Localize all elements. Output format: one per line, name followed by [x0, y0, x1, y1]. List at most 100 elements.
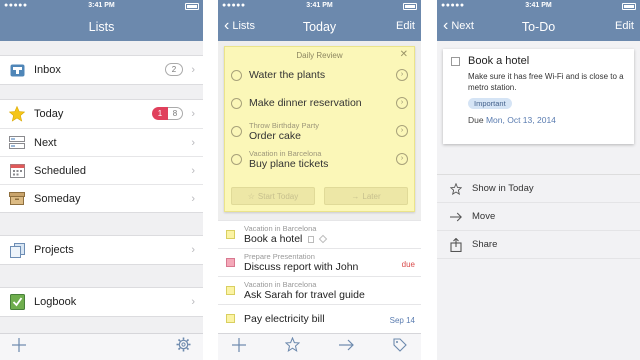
chevron-right-icon: ›	[191, 108, 195, 120]
today-screen: ●●●●● 3:41 PM ‹ Lists Today Edit Daily R…	[218, 0, 421, 360]
next-icon	[8, 135, 26, 151]
daily-review-title: Daily Review	[296, 51, 343, 60]
checkbox[interactable]	[451, 56, 460, 66]
task-row[interactable]: Vacation in Barcelona Book a hotel	[218, 220, 421, 248]
inbox-icon	[8, 62, 26, 78]
today-count-badge: 8	[168, 107, 183, 120]
action-label: Move	[472, 211, 496, 222]
list-item-next[interactable]: Next ›	[0, 128, 203, 156]
page-title: Lists	[88, 20, 115, 34]
plus-icon[interactable]	[12, 337, 26, 357]
close-icon[interactable]: ✕	[400, 49, 408, 60]
action-label: Share	[472, 239, 498, 250]
checkbox[interactable]	[226, 286, 235, 295]
logbook-icon	[8, 294, 26, 310]
battery-icon	[622, 3, 636, 10]
review-item[interactable]: Make dinner reservation ›	[231, 92, 408, 114]
move-action[interactable]: Move	[437, 203, 640, 231]
lists-screen: ●●●●● 3:41 PM Lists Inbox 2 › Today 1 8 …	[0, 0, 203, 360]
arrow-right-icon[interactable]	[339, 338, 354, 356]
task-title: Book a hotel	[244, 233, 303, 245]
later-button[interactable]: → Later	[324, 187, 408, 205]
gear-icon[interactable]	[176, 337, 191, 357]
due-row[interactable]: Due Mon, Oct 13, 2014	[468, 115, 626, 125]
task-row[interactable]: Vacation in Barcelona Ask Sarah for trav…	[218, 276, 421, 304]
status-bar: ●●●●● 3:41 PM	[0, 0, 203, 13]
task-row[interactable]: Pay electricity bill Sep 14	[218, 304, 421, 332]
projects-icon	[8, 242, 26, 258]
list-item-label: Scheduled	[34, 164, 86, 177]
nav-bar: Lists	[0, 13, 203, 41]
box-icon	[8, 191, 26, 207]
list-item-logbook[interactable]: Logbook ›	[0, 288, 203, 316]
chevron-right-icon[interactable]: ›	[396, 153, 408, 165]
chevron-right-icon[interactable]: ›	[396, 69, 408, 81]
list-item-someday[interactable]: Someday ›	[0, 184, 203, 212]
nav-bar: ‹ Next To-Do Edit	[437, 13, 640, 41]
share-action[interactable]: Share	[437, 231, 640, 259]
chevron-right-icon: ›	[191, 244, 195, 256]
tag-icon[interactable]	[393, 337, 407, 357]
due-date: Mon, Oct 13, 2014	[485, 115, 556, 125]
task-title: Pay electricity bill	[244, 312, 325, 325]
task-project: Vacation in Barcelona	[244, 280, 317, 289]
checkbox[interactable]	[231, 97, 242, 109]
list-item-label: Someday	[34, 192, 81, 205]
list-item-label: Next	[34, 136, 57, 149]
arrow-right-icon	[449, 212, 463, 222]
arrow-right-icon: →	[351, 191, 360, 201]
review-item[interactable]: Throw Birthday Party Order cake ›	[231, 120, 408, 142]
star-icon	[8, 106, 26, 122]
note-icon	[308, 236, 315, 243]
list-item-today[interactable]: Today 1 8 ›	[0, 100, 203, 128]
edit-button[interactable]: Edit	[615, 20, 634, 32]
checkbox[interactable]	[231, 153, 242, 165]
chevron-right-icon[interactable]: ›	[396, 97, 408, 109]
checkbox[interactable]	[226, 314, 235, 323]
list-item-scheduled[interactable]: Scheduled ›	[0, 156, 203, 184]
star-icon	[449, 182, 463, 195]
todo-screen: ●●●●● 3:41 PM ‹ Next To-Do Edit Book a h…	[437, 0, 640, 360]
show-in-today-action[interactable]: Show in Today	[437, 175, 640, 203]
chevron-right-icon[interactable]: ›	[396, 125, 408, 137]
review-item-label: Make dinner reservation	[249, 97, 362, 109]
later-label: Later	[362, 191, 381, 201]
review-item[interactable]: Water the plants ›	[231, 64, 408, 86]
checkbox[interactable]	[226, 258, 235, 267]
due-label: Due	[468, 115, 484, 125]
star-icon[interactable]	[284, 336, 301, 357]
checkbox[interactable]	[231, 69, 242, 81]
task-title: Discuss report with John	[244, 261, 359, 273]
todo-title[interactable]: Book a hotel	[468, 55, 529, 67]
plus-icon[interactable]	[232, 337, 246, 357]
tag-badge[interactable]: Important	[468, 98, 512, 109]
edit-button[interactable]: Edit	[396, 20, 415, 32]
todo-notes[interactable]: Make sure it has free Wi-Fi and is close…	[468, 71, 626, 93]
focus-group: Today 1 8 › Next › Scheduled › Someday ›	[0, 99, 203, 213]
calendar-icon	[8, 163, 26, 179]
review-item-project: Vacation in Barcelona	[249, 148, 322, 158]
start-today-button[interactable]: ☆ Start Today	[231, 187, 315, 205]
list-item-inbox[interactable]: Inbox 2 ›	[0, 56, 203, 84]
review-item-project: Throw Birthday Party	[249, 120, 320, 130]
checkbox[interactable]	[226, 230, 235, 239]
review-item-label: Buy plane tickets	[249, 157, 329, 170]
task-title: Ask Sarah for travel guide	[244, 289, 365, 301]
task-date: Sep 14	[389, 316, 415, 325]
status-time: 3:41 PM	[306, 2, 333, 9]
page-title: Today	[302, 20, 337, 34]
nav-bar: ‹ Lists Today Edit	[218, 13, 421, 41]
inbox-group: Inbox 2 ›	[0, 55, 203, 85]
task-row[interactable]: Prepare Presentation Discuss report with…	[218, 248, 421, 276]
chevron-right-icon: ›	[191, 165, 195, 177]
todo-card: Book a hotel Make sure it has free Wi-Fi…	[443, 49, 634, 144]
battery-icon	[185, 3, 199, 10]
action-label: Show in Today	[472, 183, 534, 194]
list-item-projects[interactable]: Projects ›	[0, 236, 203, 264]
status-bar: ●●●●● 3:41 PM	[218, 0, 421, 13]
review-item[interactable]: Vacation in Barcelona Buy plane tickets …	[231, 148, 408, 170]
bottom-toolbar	[0, 333, 203, 360]
chevron-right-icon: ›	[191, 64, 195, 76]
status-time: 3:41 PM	[525, 2, 552, 9]
checkbox[interactable]	[231, 125, 242, 137]
